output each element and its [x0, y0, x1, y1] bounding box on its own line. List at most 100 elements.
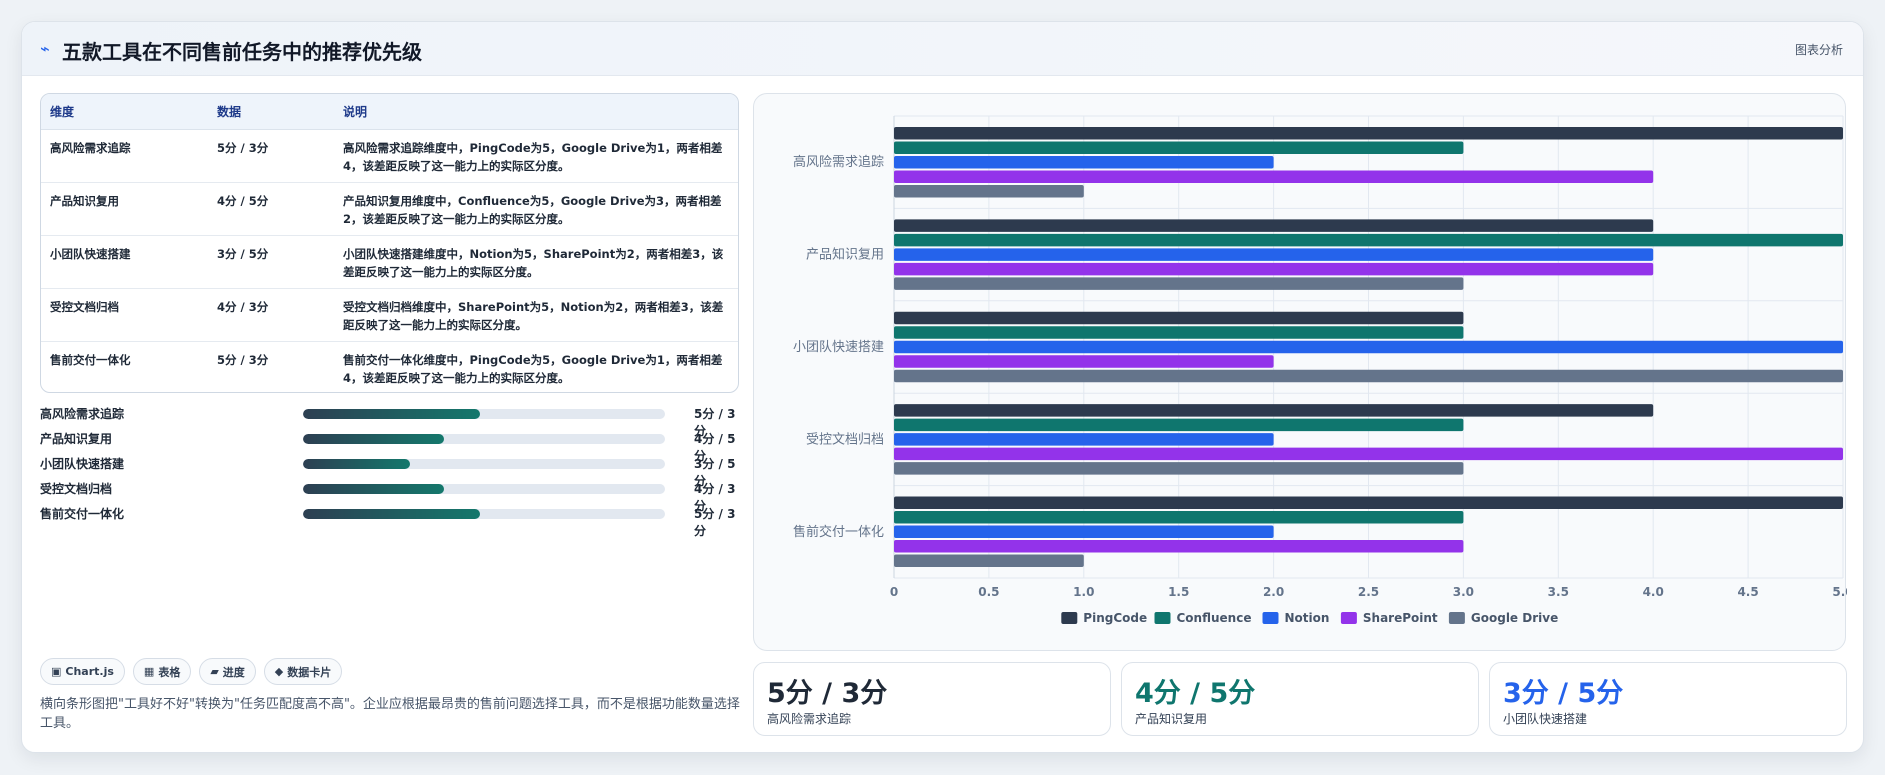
bar — [894, 233, 1843, 247]
progress-label: 售前交付一体化 — [40, 507, 125, 521]
bar — [894, 248, 1654, 261]
bar — [894, 126, 1843, 140]
legend-swatch — [1340, 612, 1357, 624]
cell-data: 3分 / 5分 — [208, 235, 334, 289]
legend-swatch — [1061, 612, 1078, 624]
kpi-value: 3分 / 5分 — [1503, 678, 1624, 709]
bar — [894, 326, 1464, 339]
bar — [894, 418, 1464, 432]
progress-row: 受控文档归档 4分 / 3分 — [40, 478, 739, 513]
table-row: 高风险需求追踪 5分 / 3分 高风险需求追踪维度中，PingCode为5，Go… — [41, 129, 738, 183]
cell-dimension: 小团队快速搭建 — [41, 235, 208, 289]
progress-label: 小团队快速搭建 — [40, 457, 125, 471]
chip-chartjs[interactable]: ▣ Chart.js — [40, 658, 125, 685]
bar — [894, 404, 1654, 417]
table-row: 受控文档归档 4分 / 3分 受控文档归档维度中，SharePoint为5，No… — [41, 288, 738, 342]
cell-data: 5分 / 3分 — [208, 129, 334, 183]
column-header-description: 说明 — [334, 94, 738, 130]
cell-description: 小团队快速搭建维度中，Notion为5，SharePoint为2，两者相差3，该… — [334, 235, 738, 289]
bar — [894, 141, 1464, 154]
bar — [894, 496, 1843, 510]
kpi-value: 5分 / 3分 — [767, 678, 888, 709]
bar — [894, 355, 1274, 368]
progress-list: 高风险需求追踪 5分 / 3分 产品知识复用 4分 / 5分 小团队快速搭建 3… — [40, 403, 739, 538]
x-tick-label: 0 — [890, 585, 898, 599]
x-tick-label: 0.5 — [978, 585, 999, 599]
x-tick-label: 3.5 — [1548, 585, 1569, 599]
bar — [894, 462, 1464, 475]
bar — [894, 525, 1274, 539]
progress-fill — [303, 459, 410, 469]
x-tick-label: 3.0 — [1453, 585, 1474, 599]
chip-label: 表格 — [158, 665, 181, 679]
y-category-label: 小团队快速搭建 — [793, 339, 884, 355]
cell-description: 售前交付一体化维度中，PingCode为5，Google Drive为1，两者相… — [343, 352, 723, 385]
cell-dimension: 产品知识复用 — [41, 182, 208, 236]
chip-list: ▣ Chart.js ▦ 表格 ▰ 进度 ◆ 数据卡片 — [40, 658, 343, 685]
table-header-row: 维度 数据 说明 — [41, 94, 738, 130]
progress-row: 售前交付一体化 5分 / 3分 — [40, 503, 739, 538]
main-card: ⌁ 五款工具在不同售前任务中的推荐优先级 图表分析 维度 数据 说明 高风险需求… — [21, 21, 1864, 753]
legend-label: Confluence — [1177, 611, 1252, 625]
bar — [894, 184, 1084, 198]
chip-data-card[interactable]: ◆ 数据卡片 — [263, 658, 343, 685]
table-row: 产品知识复用 4分 / 5分 产品知识复用维度中，Confluence为5，Go… — [41, 182, 738, 236]
legend-label: Notion — [1285, 611, 1330, 625]
kpi-value: 4分 / 5分 — [1135, 678, 1256, 709]
kpi-label: 产品知识复用 — [1135, 712, 1208, 726]
x-tick-label: 5.0 — [1832, 585, 1847, 599]
kpi-label: 小团队快速搭建 — [1503, 712, 1588, 726]
chip-progress[interactable]: ▰ 进度 — [199, 658, 256, 685]
table-row: 小团队快速搭建 3分 / 5分 小团队快速搭建维度中，Notion为5，Shar… — [41, 235, 738, 289]
x-tick-label: 2.0 — [1263, 585, 1284, 599]
legend-label: SharePoint — [1363, 611, 1438, 625]
bar — [894, 369, 1843, 383]
data-table: 维度 数据 说明 高风险需求追踪 5分 / 3分 高风险需求追踪维度中，Ping… — [40, 93, 739, 393]
bar — [894, 311, 1464, 325]
chip-label: Chart.js — [65, 665, 114, 678]
kpi-card: 4分 / 5分 产品知识复用 — [1121, 662, 1479, 736]
bar — [894, 170, 1654, 183]
legend-swatch — [1448, 612, 1465, 624]
progress-icon: ▰ — [210, 665, 219, 678]
table-icon: ▦ — [143, 665, 155, 678]
bar — [894, 155, 1274, 169]
progress-track — [303, 459, 665, 469]
progress-value: 5分 / 3分 — [694, 507, 736, 538]
progress-fill — [303, 434, 445, 444]
summary-note: 横向条形图把"工具好不好"转换为"任务匹配度高不高"。企业应根据最昂贵的售前问题… — [40, 697, 740, 731]
kpi-label: 高风险需求追踪 — [767, 712, 852, 726]
progress-track — [303, 484, 665, 494]
x-tick-label: 2.5 — [1358, 585, 1379, 599]
y-category-label: 受控文档归档 — [806, 432, 884, 447]
bar — [894, 511, 1464, 524]
progress-track — [303, 409, 665, 419]
progress-fill — [303, 509, 481, 519]
bar-chart: 0 0.5 1.0 1.5 2.0 2.5 3.0 3.5 4.0 4.5 5.0 高风险需求追踪产品… — [793, 115, 1847, 625]
progress-label: 高风险需求追踪 — [40, 407, 125, 421]
progress-track — [303, 434, 665, 444]
legend-label: Google Drive — [1471, 611, 1558, 625]
cell-data: 4分 / 5分 — [208, 182, 334, 236]
progress-row: 高风险需求追踪 5分 / 3分 — [40, 403, 739, 438]
progress-fill — [303, 409, 481, 419]
bar — [894, 219, 1654, 232]
column-header-data: 数据 — [208, 94, 334, 130]
legend-label: PingCode — [1083, 611, 1147, 625]
chip-label: 数据卡片 — [287, 665, 332, 679]
chip-table[interactable]: ▦ 表格 — [132, 658, 192, 685]
progress-label: 受控文档归档 — [40, 482, 113, 496]
progress-row: 产品知识复用 4分 / 5分 — [40, 428, 739, 463]
kpi-card: 5分 / 3分 高风险需求追踪 — [753, 662, 1111, 736]
y-category-label: 产品知识复用 — [806, 247, 884, 263]
chart-icon: ▣ — [51, 665, 62, 678]
x-tick-label: 4.5 — [1737, 585, 1758, 599]
cell-data: 5分 / 3分 — [217, 352, 269, 367]
progress-fill — [303, 484, 445, 494]
cell-dimension: 高风险需求追踪 — [41, 129, 208, 183]
cell-description: 产品知识复用维度中，Confluence为5，Google Drive为3，两者… — [334, 182, 738, 236]
bar — [894, 433, 1274, 446]
bar — [894, 447, 1843, 461]
legend-swatch — [1154, 612, 1171, 624]
chip-label: 进度 — [222, 665, 245, 679]
